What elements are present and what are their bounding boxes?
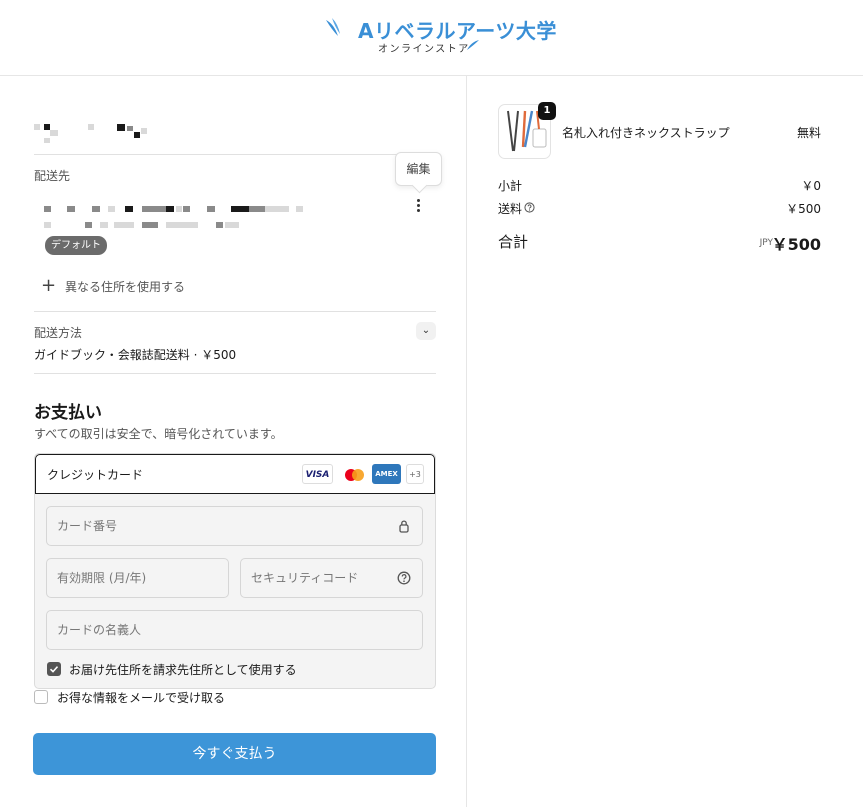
brand-subtitle: オンラインストア [378, 44, 470, 55]
credit-card-option[interactable]: クレジットカード VISA AMEX +3 [35, 454, 435, 494]
card-number-input[interactable] [47, 507, 422, 545]
shipping-help-icon[interactable] [524, 202, 535, 213]
payment-subtitle: すべての取引は安全で、暗号化されています。 [34, 427, 283, 441]
subtotal-label: 小計 [498, 179, 523, 193]
plus-icon: + [41, 275, 57, 296]
shipping-fee-value: ￥500 [786, 202, 821, 216]
shipping-method-value: ガイドブック・会報誌配送料 · ￥500 [34, 348, 237, 362]
order-summary: 1 名札入れ付きネックストラップ 無料 小計 ￥0 送料 ￥500 合計 JPY… [466, 76, 863, 807]
marketing-optin-label: お得な情報をメールで受け取る [57, 691, 226, 705]
more-cards-badge: +3 [406, 464, 424, 484]
billing-same-label: お届け先住所を請求先住所として使用する [69, 663, 297, 677]
product-price: 無料 [796, 126, 821, 140]
header: Aリベラルアーツ大学 オンラインストア [0, 0, 863, 76]
add-address-link[interactable]: + 異なる住所を使用する [41, 276, 185, 296]
divider [34, 373, 436, 374]
security-code-input[interactable] [241, 559, 422, 597]
payment-method-box: クレジットカード VISA AMEX +3 カード番号 有効期限 (月/年) セ… [34, 453, 436, 689]
wing-icon [467, 40, 479, 50]
visa-logo-icon: VISA [302, 464, 333, 484]
divider [34, 154, 436, 155]
default-address-badge: デフォルト [45, 236, 107, 255]
chevron-down-icon[interactable]: ⌄ [416, 322, 436, 340]
total-label: 合計 [498, 233, 529, 251]
divider [34, 311, 436, 312]
payment-title: お支払い [34, 403, 102, 423]
kebab-menu-icon[interactable] [410, 197, 426, 215]
brand-mark-icon [326, 18, 340, 36]
checkout-form: 配送先 編集 デフォルト + 異なる住所を使用する 配送方法 ⌄ ガイドブック・… [0, 76, 466, 807]
cardholder-name-field[interactable] [46, 610, 423, 650]
security-code-field[interactable] [240, 558, 423, 598]
expiry-input[interactable] [47, 559, 228, 597]
marketing-optin-checkbox[interactable] [34, 690, 48, 704]
product-name: 名札入れ付きネックストラップ [562, 126, 730, 140]
shipping-fee-label: 送料 [498, 202, 523, 216]
pay-now-button[interactable]: 今すぐ支払う [33, 733, 436, 775]
cardholder-name-input[interactable] [47, 611, 422, 649]
check-icon [49, 666, 59, 673]
expiry-field[interactable] [46, 558, 229, 598]
help-circle-icon[interactable] [397, 571, 411, 585]
total-value: ￥500 [771, 235, 821, 254]
add-address-label: 異なる住所を使用する [65, 279, 186, 294]
amex-logo-icon: AMEX [372, 464, 401, 484]
credit-card-label: クレジットカード [47, 468, 144, 482]
shipping-address-label: 配送先 [34, 169, 71, 183]
quantity-badge: 1 [538, 102, 556, 120]
card-number-field[interactable] [46, 506, 423, 546]
mastercard-logo-icon [338, 464, 369, 484]
subtotal-value: ￥0 [801, 179, 821, 193]
billing-same-checkbox[interactable] [47, 662, 61, 676]
shipping-method-label: 配送方法 [34, 326, 83, 340]
lock-icon [399, 520, 409, 533]
edit-tooltip: 編集 [395, 152, 442, 186]
store-logo[interactable]: Aリベラルアーツ大学 オンラインストア [324, 14, 556, 56]
